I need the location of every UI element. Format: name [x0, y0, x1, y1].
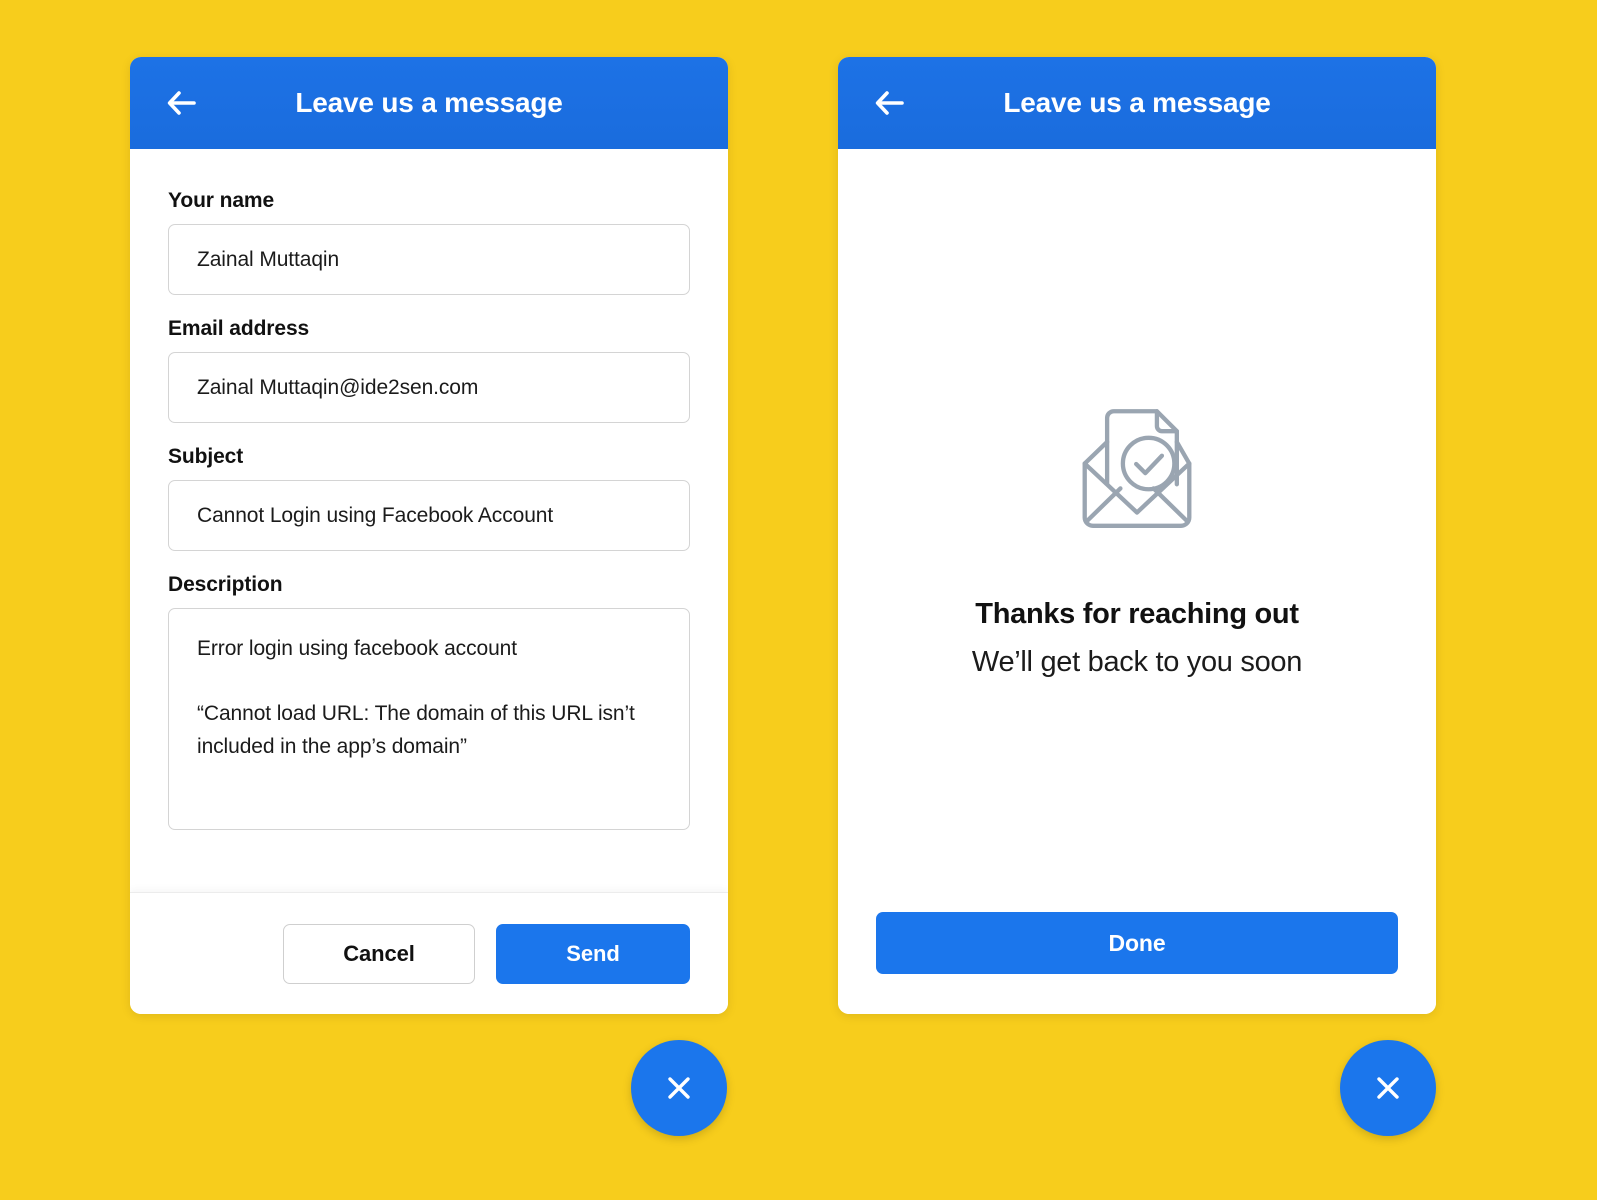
your-name-label: Your name	[168, 189, 275, 212]
subject-input[interactable]: Cannot Login using Facebook Account	[168, 480, 690, 551]
success-card-header: Leave us a message	[838, 57, 1436, 149]
message-sent-card: Leave us a message Thanks for reaching o…	[838, 57, 1436, 1014]
email-address-label: Email address	[168, 317, 310, 340]
form-card-header: Leave us a message	[130, 57, 728, 149]
subject-label: Subject	[168, 445, 244, 468]
field-subject: Subject Cannot Login using Facebook Acco…	[168, 445, 690, 551]
success-card-body: Thanks for reaching out We’ll get back t…	[838, 149, 1436, 912]
success-card-footer: Done	[838, 912, 1436, 1014]
close-widget-button-right[interactable]	[1340, 1040, 1436, 1136]
done-button[interactable]: Done	[876, 912, 1398, 974]
arrow-left-icon[interactable]	[868, 82, 910, 124]
form-card-title: Leave us a message	[295, 87, 563, 118]
form-card-body: Your name Zainal Muttaqin Email address …	[130, 149, 728, 892]
close-icon	[1377, 1077, 1399, 1099]
success-card-title: Leave us a message	[1003, 87, 1271, 118]
your-name-input[interactable]: Zainal Muttaqin	[168, 224, 690, 295]
success-content: Thanks for reaching out We’ll get back t…	[838, 149, 1436, 912]
arrow-left-icon[interactable]	[160, 82, 202, 124]
close-widget-button-left[interactable]	[631, 1040, 727, 1136]
success-title: Thanks for reaching out	[975, 598, 1299, 630]
close-icon	[668, 1077, 690, 1099]
description-label: Description	[168, 573, 283, 596]
leave-message-form-card: Leave us a message Your name Zainal Mutt…	[130, 57, 728, 1014]
open-envelope-with-checked-document-icon	[1054, 388, 1220, 554]
email-address-input[interactable]: Zainal Muttaqin@ide2sen.com	[168, 352, 690, 423]
form-card-footer: Cancel Send	[130, 892, 728, 1014]
field-email-address: Email address Zainal Muttaqin@ide2sen.co…	[168, 317, 690, 423]
cancel-button[interactable]: Cancel	[283, 923, 475, 984]
form-fields-container: Your name Zainal Muttaqin Email address …	[130, 149, 728, 892]
field-your-name: Your name Zainal Muttaqin	[168, 189, 690, 295]
success-subtitle: We’ll get back to you soon	[971, 646, 1303, 678]
field-description: Description Error login using facebook a…	[168, 573, 690, 830]
description-textarea[interactable]: Error login using facebook account “Cann…	[168, 608, 690, 830]
send-button[interactable]: Send	[496, 923, 690, 984]
